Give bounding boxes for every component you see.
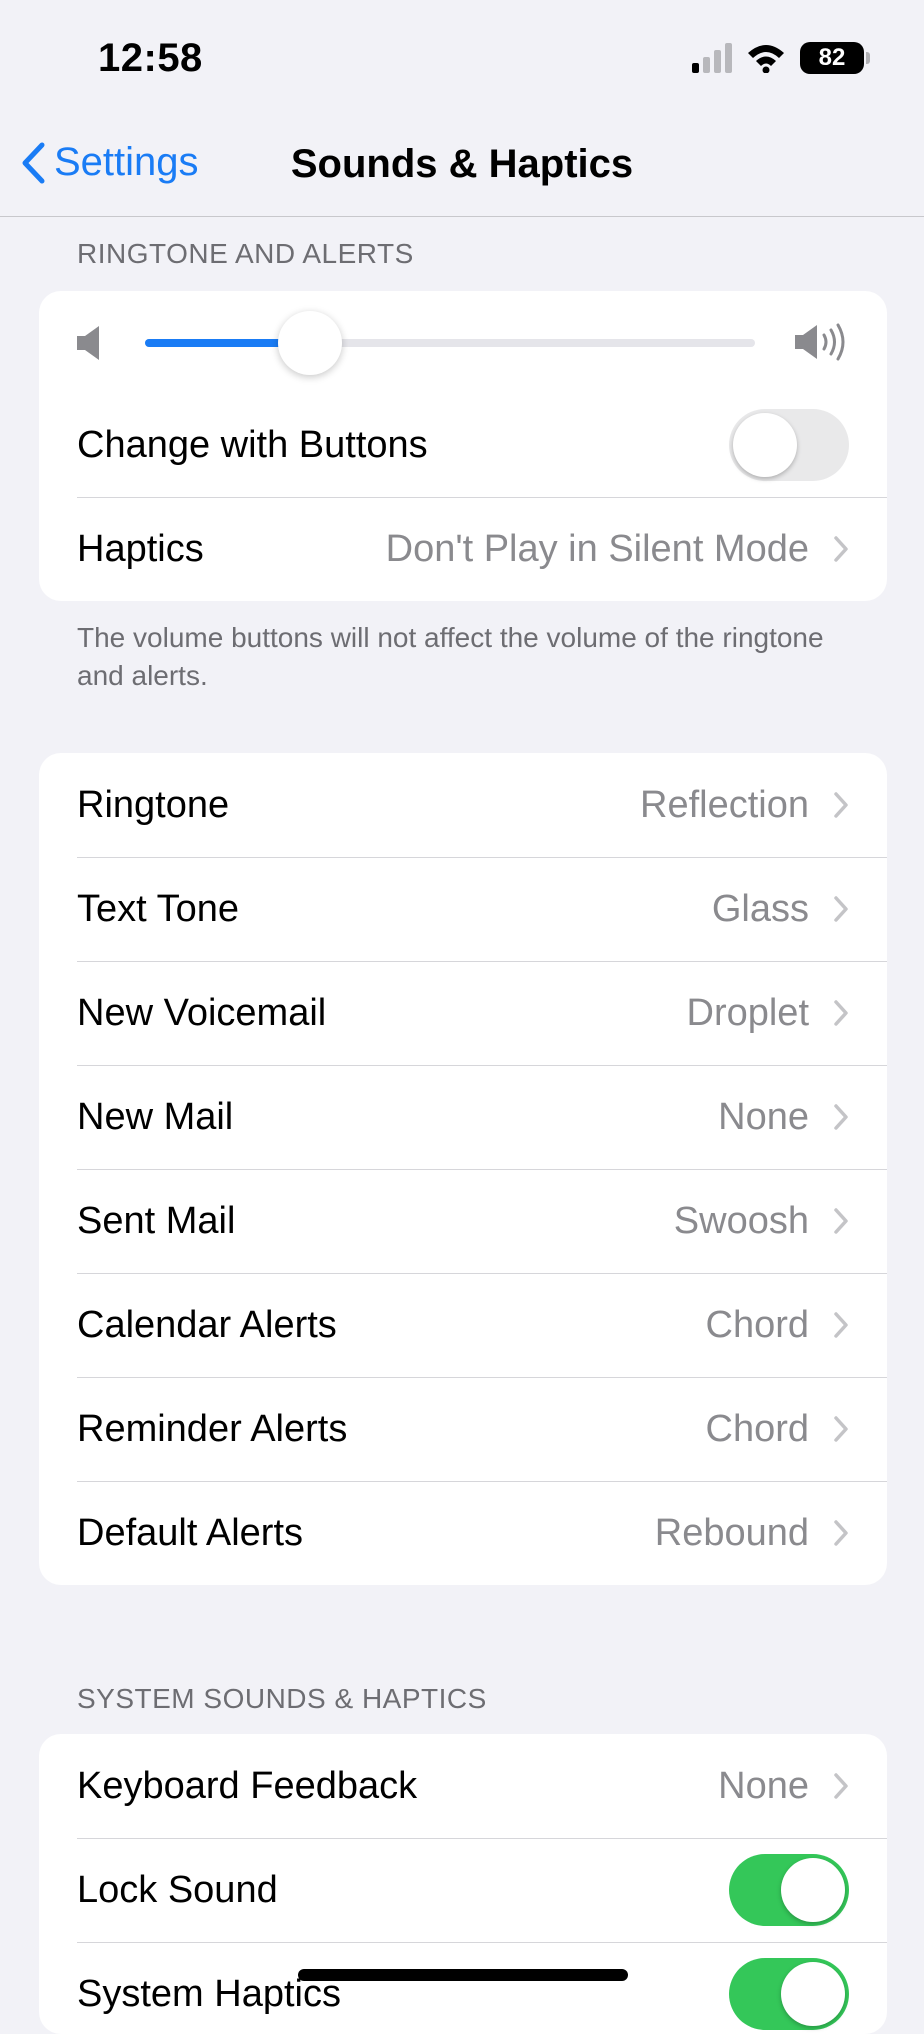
section-header-system: SYSTEM SOUNDS & HAPTICS [77,1683,487,1714]
tone-label: Ringtone [77,783,230,826]
tone-value: None [718,1095,809,1138]
wifi-icon [748,45,784,73]
battery-indicator: 82 [800,42,870,74]
volume-slider[interactable] [145,311,755,375]
toggle-knob [781,1858,845,1922]
tone-value: Chord [705,1407,810,1450]
tone-value: Rebound [654,1511,809,1554]
tone-row[interactable]: Default Alerts Rebound [39,1481,887,1585]
tone-label: New Mail [77,1095,234,1138]
volume-low-icon [77,326,99,360]
volume-high-icon [795,323,845,361]
tone-row[interactable]: Sent Mail Swoosh [39,1169,887,1273]
change-with-buttons-row: Change with Buttons [39,393,887,497]
keyboard-feedback-label: Keyboard Feedback [77,1764,418,1807]
chevron-right-icon [834,1104,848,1130]
cellular-signal-icon [692,43,732,73]
chevron-right-icon [834,1520,848,1546]
keyboard-feedback-row[interactable]: Keyboard Feedback None [39,1734,887,1838]
clock: 12:58 [98,36,203,80]
tone-row[interactable]: New Voicemail Droplet [39,961,887,1065]
change-with-buttons-label: Change with Buttons [77,423,428,466]
chevron-right-icon [834,1773,848,1799]
toggle-knob [781,1962,845,2026]
system-group: Keyboard Feedback None Lock Sound System… [39,1734,887,2034]
tone-row[interactable]: Calendar Alerts Chord [39,1273,887,1377]
keyboard-feedback-value: None [718,1764,809,1807]
tone-value: Reflection [640,783,809,826]
tone-value: Glass [711,887,809,930]
tone-label: Text Tone [77,887,239,930]
tones-group: Ringtone Reflection Text Tone Glass New Voic… [39,753,887,1585]
chevron-right-icon [834,1000,848,1026]
tone-row[interactable]: Text Tone Glass [39,857,887,961]
tone-value: Chord [705,1303,810,1346]
tone-row[interactable]: Reminder Alerts Chord [39,1377,887,1481]
lock-sound-row: Lock Sound [39,1838,887,1942]
tone-value: Droplet [686,991,810,1034]
volume-slider-thumb[interactable] [277,311,342,375]
chevron-right-icon [834,1312,848,1338]
system-haptics-toggle[interactable] [729,1958,849,2030]
status-icons: 82 [692,42,870,74]
chevron-right-icon [834,1208,848,1234]
tone-label: New Voicemail [77,991,327,1034]
section-header-ringtone: RINGTONE AND ALERTS [77,238,414,269]
haptics-row[interactable]: Haptics Don't Play in Silent Mode [39,497,887,601]
chevron-right-icon [834,896,848,922]
navigation-bar: Settings Sounds & Haptics [0,120,924,217]
status-bar: 12:58 82 [0,0,924,120]
tone-value: Swoosh [673,1199,809,1242]
tone-row[interactable]: New Mail None [39,1065,887,1169]
chevron-right-icon [834,536,848,562]
volume-footer-note: The volume buttons will not affect the v… [77,622,824,691]
system-haptics-row: System Haptics [39,1942,887,2034]
tone-label: Default Alerts [77,1511,303,1554]
haptics-value: Don't Play in Silent Mode [385,527,809,570]
chevron-right-icon [834,792,848,818]
page-title: Sounds & Haptics [290,142,634,186]
tone-label: Sent Mail [77,1199,236,1242]
tone-label: Calendar Alerts [77,1303,337,1346]
home-indicator [298,1969,628,1981]
toggle-knob [733,413,797,477]
tone-label: Reminder Alerts [77,1407,348,1450]
lock-sound-toggle[interactable] [729,1854,849,1926]
change-with-buttons-toggle[interactable] [729,409,849,481]
ringtone-group: Change with Buttons Haptics Don't Play i… [39,291,887,601]
lock-sound-label: Lock Sound [77,1868,278,1911]
tone-row[interactable]: Ringtone Reflection [39,753,887,857]
chevron-right-icon [834,1416,848,1442]
haptics-label: Haptics [77,527,204,570]
volume-slider-row [39,291,887,393]
